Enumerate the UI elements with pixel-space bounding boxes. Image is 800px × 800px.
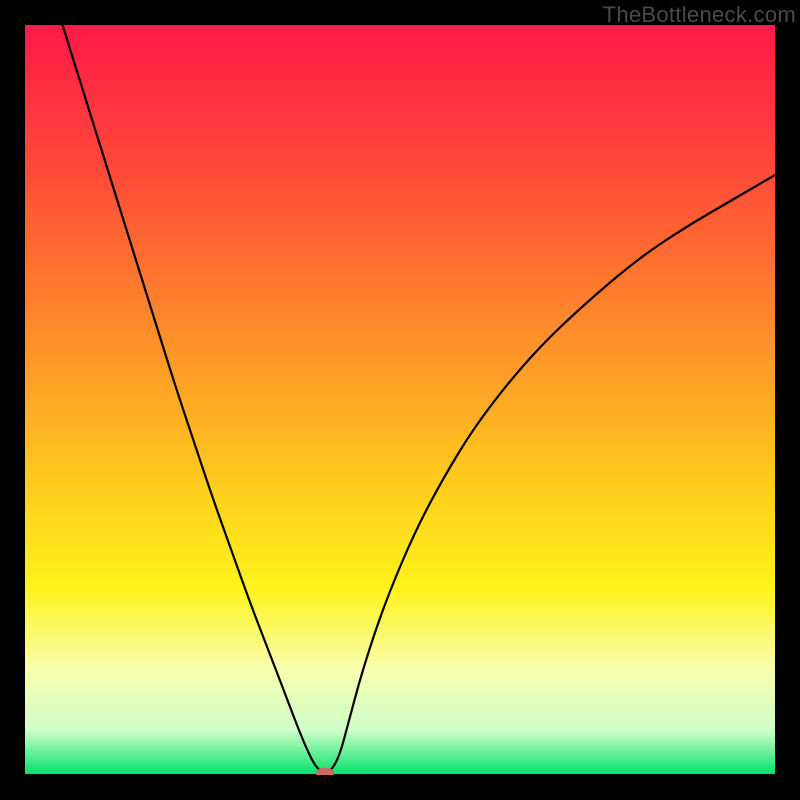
bottleneck-chart [25,25,775,775]
chart-frame: TheBottleneck.com [0,0,800,800]
gradient-background [25,25,775,775]
plot-area [25,25,775,775]
